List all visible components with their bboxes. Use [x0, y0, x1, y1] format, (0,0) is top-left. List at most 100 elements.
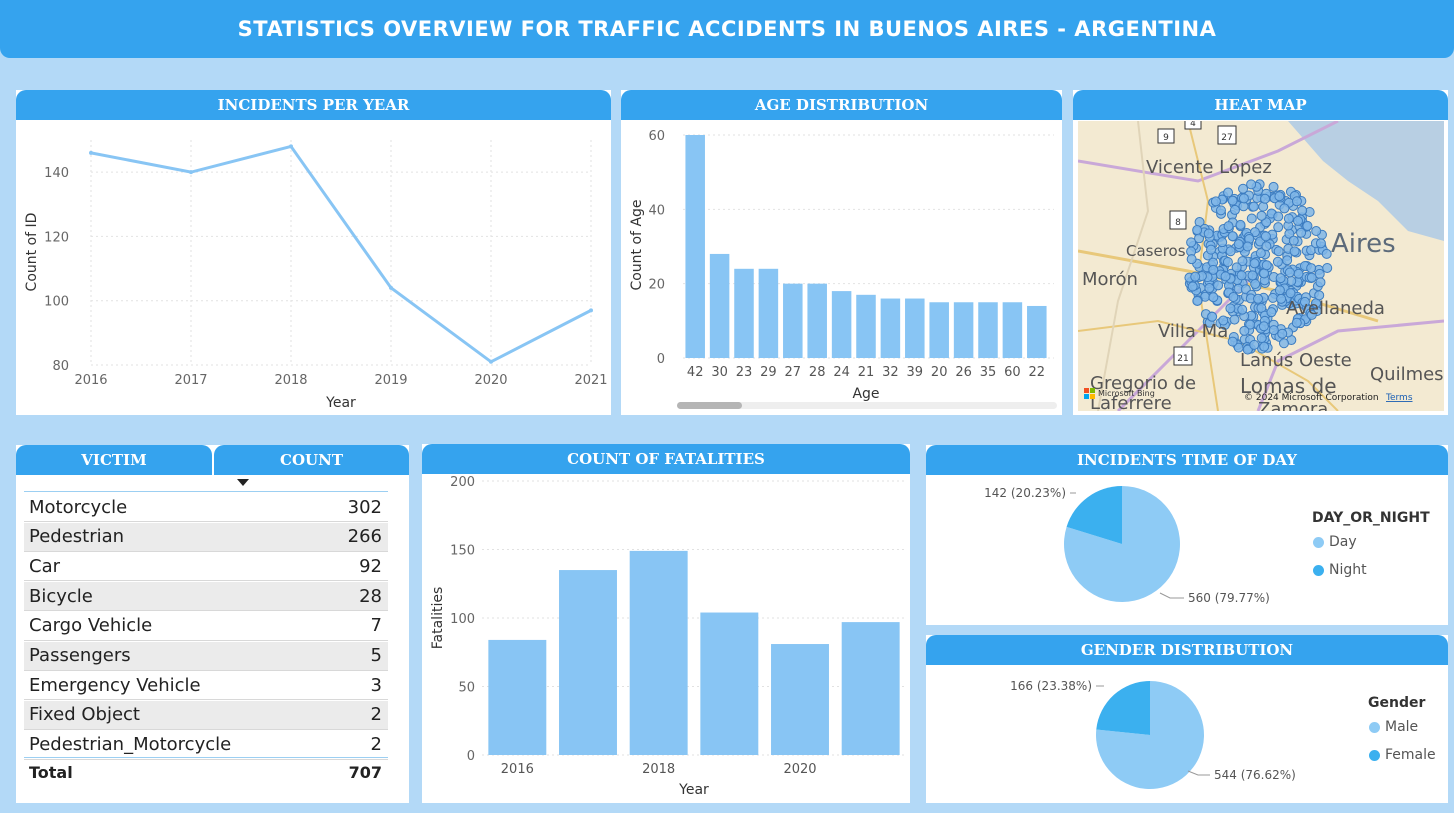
line-series [90, 144, 592, 364]
incident-marker [1227, 231, 1238, 242]
count-column-header[interactable]: COUNT [214, 445, 409, 475]
table-total-row: Total 707 [24, 758, 388, 786]
incident-marker [1223, 187, 1234, 198]
map-label: Caseros [1126, 242, 1186, 260]
victim-cell: Motorcycle [29, 496, 128, 518]
map-label: Avellaneda [1286, 298, 1385, 319]
scrollbar-thumb[interactable] [677, 402, 742, 409]
incident-marker [1204, 283, 1215, 294]
table-row[interactable]: Motorcycle 302 [24, 493, 388, 522]
incident-marker [1190, 271, 1201, 282]
legend-dot [1369, 721, 1380, 733]
x-tick-label: 2021 [574, 373, 607, 388]
x-tick-label: 22 [1029, 365, 1046, 380]
incident-marker [1206, 244, 1217, 255]
bing-attribution: Microsoft Bing [1098, 389, 1155, 398]
table-row[interactable]: Bicycle 28 [24, 582, 388, 612]
table-row[interactable]: Passengers 5 [24, 641, 388, 671]
victim-column-header[interactable]: VICTIM [16, 445, 212, 475]
victim-cell: Fixed Object [29, 704, 140, 726]
incident-marker [1229, 314, 1240, 325]
shield-label: 21 [1177, 354, 1188, 364]
incident-marker [1227, 336, 1238, 347]
x-tick-label: 29 [760, 365, 777, 380]
incident-marker [1215, 205, 1226, 216]
bar [905, 298, 925, 358]
x-tick-label: 2016 [501, 762, 534, 777]
slice-label: 142 (20.23%) [984, 486, 1066, 500]
bar [734, 268, 754, 358]
legend-item-female[interactable]: Female [1369, 747, 1436, 763]
fatalities-header: COUNT OF FATALITIES [422, 444, 910, 474]
incident-marker [1256, 333, 1267, 344]
y-tick-label: 100 [44, 295, 69, 310]
y-tick-label: 0 [657, 352, 665, 367]
incident-marker [1292, 215, 1303, 226]
sort-descending-icon[interactable] [237, 479, 249, 486]
incident-marker [1249, 339, 1260, 350]
map-canvas: 9 4 27 8 21 Vicente López Aires Caseros … [1078, 121, 1444, 411]
incident-marker [1186, 254, 1197, 265]
shield-label: 27 [1221, 133, 1232, 143]
leader-line [1159, 592, 1184, 599]
bar [629, 550, 688, 755]
incident-marker [1220, 271, 1231, 282]
bar [831, 291, 852, 358]
incident-marker [1291, 196, 1302, 207]
bar [880, 298, 901, 358]
legend-item-night[interactable]: Night [1313, 562, 1367, 578]
table-row[interactable]: Pedestrian_Motorcycle 2 [24, 731, 388, 760]
incident-marker [1267, 292, 1278, 303]
incident-marker [1225, 303, 1236, 314]
incident-marker [1231, 262, 1242, 273]
count-cell: 7 [370, 615, 382, 637]
x-tick-label: 2020 [474, 373, 507, 388]
table-header-line [24, 491, 388, 492]
bar [685, 135, 705, 358]
incident-marker [1311, 226, 1322, 237]
bar [783, 283, 803, 358]
table-row[interactable]: Pedestrian 266 [24, 522, 388, 552]
incident-marker [1282, 255, 1293, 266]
incident-marker [1293, 268, 1304, 279]
leader-line [1187, 770, 1210, 776]
incident-marker [1208, 292, 1219, 303]
incident-marker [1279, 203, 1290, 214]
table-row[interactable]: Fixed Object 2 [24, 700, 388, 730]
fatalities-chart[interactable]: 0 50 100 150 200 2016 2018 2020 Year Fatalities [422, 474, 910, 803]
table-row[interactable]: Car 92 [24, 552, 388, 582]
gender-pie[interactable]: 544 (76.62%) 166 (23.38%) [926, 665, 1296, 803]
x-tick-label: 35 [980, 365, 997, 380]
legend-item-day[interactable]: Day [1313, 534, 1357, 550]
count-cell: 3 [370, 674, 382, 696]
bar [841, 622, 900, 755]
table-row[interactable]: Emergency Vehicle 3 [24, 671, 388, 701]
x-tick-label: 2018 [274, 373, 307, 388]
x-tick-label: 21 [858, 365, 875, 380]
data-point [189, 170, 193, 175]
incident-marker [1275, 273, 1286, 284]
incident-marker [1213, 280, 1224, 291]
time-of-day-pie[interactable]: 560 (79.77%) 142 (20.23%) [926, 475, 1296, 625]
incident-marker [1261, 260, 1272, 271]
x-tick-label: 20 [931, 365, 948, 380]
pie-slice [1096, 681, 1150, 735]
count-cell: 5 [370, 645, 382, 666]
incidents-per-year-header: INCIDENTS PER YEAR [16, 90, 611, 120]
incident-marker [1306, 272, 1317, 283]
map-view[interactable]: 9 4 27 8 21 Vicente López Aires Caseros … [1078, 121, 1444, 411]
horizontal-scrollbar[interactable] [677, 402, 1057, 409]
road-shield-4: 4 [1184, 121, 1202, 130]
legend-dot [1369, 749, 1380, 761]
incident-marker [1250, 279, 1261, 290]
bar [1002, 302, 1023, 358]
incidents-per-year-chart[interactable]: 80 100 120 140 2016 2017 2018 2019 2020 2021 Year C… [16, 120, 611, 415]
age-distribution-chart[interactable]: 0 20 40 60 42 30 23 29 27 28 24 21 32 39 20 26 35 60 22 Age… [621, 120, 1062, 415]
road-shield-8: 8 [1169, 210, 1187, 230]
road-shield-9: 9 [1157, 128, 1175, 144]
legend-item-male[interactable]: Male [1369, 719, 1418, 735]
incident-marker [1259, 268, 1270, 279]
table-row[interactable]: Cargo Vehicle 7 [24, 612, 388, 641]
incident-marker [1273, 246, 1284, 257]
incident-marker [1283, 213, 1294, 224]
